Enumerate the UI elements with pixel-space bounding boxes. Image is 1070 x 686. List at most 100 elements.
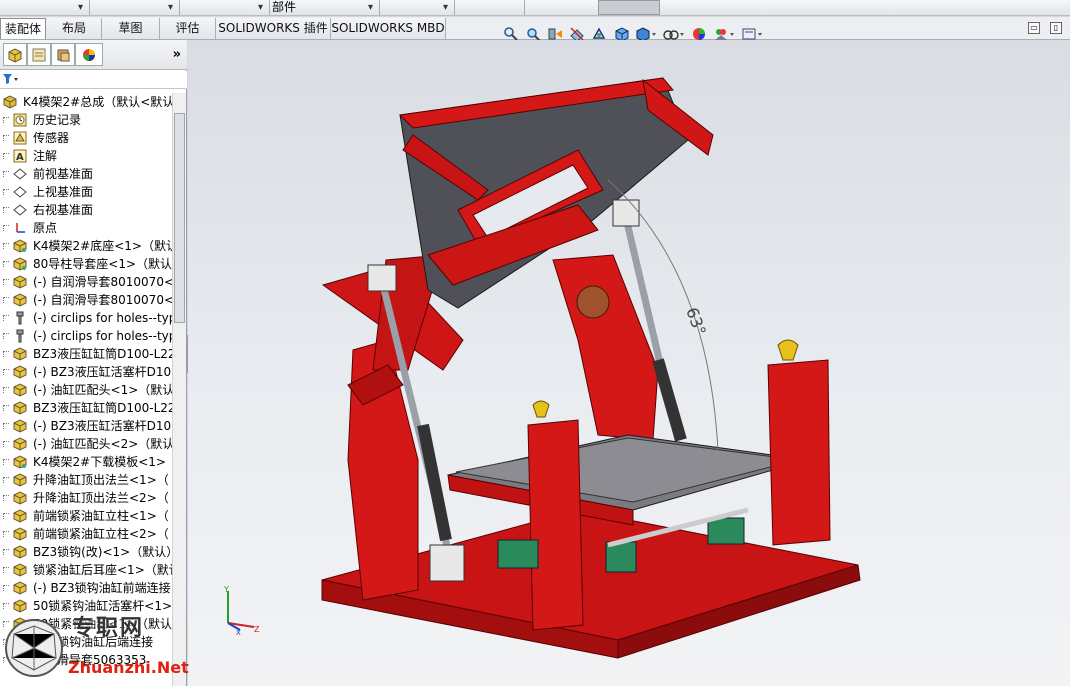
toolbar-dropdown-4[interactable]: ▾ bbox=[300, 0, 380, 15]
tree-item[interactable]: 前视基准面 bbox=[0, 165, 172, 183]
triad-z-label: Z bbox=[254, 625, 260, 634]
subassembly-icon bbox=[12, 238, 28, 254]
tree-item[interactable]: BZ3液压缸缸筒D100-L22 bbox=[0, 345, 172, 363]
tree-item-label: K4模架2#总成（默认<默认_显 bbox=[23, 95, 172, 109]
part-icon bbox=[12, 562, 28, 578]
featuremanager-panel: » K4模架2#总成（默认<默认_显历史记录传感器 A 注解前视基准面上视基准面右视… bbox=[0, 40, 187, 686]
tree-item[interactable]: K4模架2#底座<1>（默认 bbox=[0, 237, 172, 255]
part-icon bbox=[12, 580, 28, 596]
tree-filter[interactable] bbox=[0, 71, 187, 89]
tree-item[interactable]: (-) 油缸匹配头<2>（默认 bbox=[0, 435, 172, 453]
reference-triad: Y Z X bbox=[223, 585, 260, 635]
tree-item[interactable]: (-) circlips for holes--typ bbox=[0, 309, 172, 327]
tab-solidworks-addins[interactable]: SOLIDWORKS 插件 bbox=[216, 18, 331, 39]
tree-item-label: 上视基准面 bbox=[33, 185, 94, 199]
tree-item[interactable]: 历史记录 bbox=[0, 111, 172, 129]
command-manager-top: ▾ ▾ ▾ 部件 ▾ ▾ bbox=[0, 0, 1070, 16]
tree-item[interactable]: (-) BZ3锁钩油缸前端连接 bbox=[0, 579, 172, 597]
tree-item-label: (-) circlips for holes--typ bbox=[33, 311, 172, 325]
toolbar-dropdown-2[interactable]: ▾ bbox=[90, 0, 180, 15]
tree-item-label: 前端锁紧油缸立柱<1>（ bbox=[33, 509, 169, 523]
tree-connector bbox=[3, 279, 9, 285]
propertymanager-tab[interactable] bbox=[27, 43, 51, 66]
tree-item-label: (-) BZ3液压缸活塞杆D100 bbox=[33, 419, 172, 433]
green-motor-1 bbox=[497, 539, 539, 569]
front-left-post bbox=[527, 419, 584, 631]
part-icon bbox=[12, 544, 28, 560]
tree-item-label: BZ3锁钩(改)<1>（默认） bbox=[33, 545, 172, 559]
displaymanager-tab[interactable] bbox=[75, 43, 103, 66]
tree-item[interactable]: 前端锁紧油缸立柱<1>（ bbox=[0, 507, 172, 525]
tree-connector bbox=[3, 297, 9, 303]
tree-item[interactable]: 前端锁紧油缸立柱<2>（ bbox=[0, 525, 172, 543]
svg-text:A: A bbox=[16, 152, 24, 163]
tree-item[interactable]: (-) 自润滑导套8010070< bbox=[0, 273, 172, 291]
origin-icon bbox=[12, 220, 28, 236]
front-right-post bbox=[767, 359, 831, 546]
watermark-cn: 专职网 bbox=[72, 616, 145, 641]
tree-item[interactable]: BZ3液压缸缸筒D100-L22 bbox=[0, 399, 172, 417]
tree-item[interactable]: A 注解 bbox=[0, 147, 172, 165]
tree-item-label: BZ3液压缸缸筒D100-L22 bbox=[33, 347, 172, 361]
featuremanager-tab[interactable] bbox=[3, 43, 27, 66]
part-icon bbox=[12, 508, 28, 524]
tree-connector bbox=[3, 135, 9, 141]
tree-item[interactable]: 传感器 bbox=[0, 129, 172, 147]
toolbar-dropdown-1[interactable]: ▾ bbox=[0, 0, 90, 15]
tab-assembly[interactable]: 装配体 bbox=[0, 18, 46, 39]
tree-item[interactable]: BZ3锁钩(改)<1>（默认） bbox=[0, 543, 172, 561]
tree-item[interactable]: 右视基准面 bbox=[0, 201, 172, 219]
tree-item[interactable]: (-) 油缸匹配头<1>（默认） bbox=[0, 381, 172, 399]
tab-evaluate[interactable]: 评估 bbox=[160, 18, 216, 39]
part-icon bbox=[12, 382, 28, 398]
tree-item[interactable]: (-) BZ3液压缸活塞杆D100 bbox=[0, 417, 172, 435]
close-icon[interactable]: ▯ bbox=[1050, 22, 1062, 34]
part-icon bbox=[12, 436, 28, 452]
tree-item[interactable]: 80导柱导套座<1>（默认） bbox=[0, 255, 172, 273]
restore-icon[interactable]: ▭ bbox=[1028, 22, 1040, 34]
toolbar-dropdown-5[interactable]: ▾ bbox=[380, 0, 455, 15]
part-icon bbox=[12, 364, 28, 380]
tree-item[interactable]: (-) 自润滑导套8010070< bbox=[0, 291, 172, 309]
tab-layout[interactable]: 布局 bbox=[47, 18, 102, 39]
tree-item[interactable]: 上视基准面 bbox=[0, 183, 172, 201]
toolbar-dropdown-3[interactable]: ▾ bbox=[180, 0, 270, 15]
right-lock-hook bbox=[777, 339, 799, 361]
tree-item-label: 前端锁紧油缸立柱<2>（ bbox=[33, 527, 169, 541]
tree-item[interactable]: K4模架2#下载模板<1>（ bbox=[0, 453, 172, 471]
triad-y-label: Y bbox=[223, 585, 229, 594]
tree-item-label: 80导柱导套座<1>（默认） bbox=[33, 257, 172, 271]
part-icon bbox=[12, 490, 28, 506]
left-cylinder-barrel bbox=[417, 423, 452, 542]
tab-solidworks-mbd[interactable]: SOLIDWORKS MBD bbox=[331, 18, 446, 39]
left-cylinder-foot bbox=[429, 544, 465, 582]
toolbox-part-icon bbox=[12, 310, 28, 326]
toolbar-active-button[interactable] bbox=[598, 0, 660, 15]
filter-icon[interactable] bbox=[2, 73, 22, 87]
tree-connector bbox=[3, 333, 9, 339]
scroll-thumb[interactable] bbox=[174, 113, 185, 323]
tree-item[interactable]: (-) BZ3液压缸活塞杆D100 bbox=[0, 363, 172, 381]
left-cylinder-head bbox=[367, 264, 397, 292]
tree-item[interactable]: 升降油缸顶出法兰<1>（ bbox=[0, 471, 172, 489]
tree-connector bbox=[3, 405, 9, 411]
toolbar-dropdown-6[interactable] bbox=[455, 0, 525, 15]
tab-sketch[interactable]: 草图 bbox=[102, 18, 160, 39]
tree-connector bbox=[3, 351, 9, 357]
tree-item[interactable]: 升降油缸顶出法兰<2>（ bbox=[0, 489, 172, 507]
graphics-area[interactable]: 63° bbox=[188, 40, 1070, 686]
subassembly-icon bbox=[12, 256, 28, 272]
tree-item-label: K4模架2#底座<1>（默认 bbox=[33, 239, 172, 253]
plane-icon bbox=[12, 184, 28, 200]
tree-item[interactable]: 原点 bbox=[0, 219, 172, 237]
configurationmanager-tab[interactable] bbox=[51, 43, 75, 66]
triad-x-label: X bbox=[236, 629, 241, 635]
tree-root-assembly[interactable]: K4模架2#总成（默认<默认_显 bbox=[0, 93, 172, 111]
tree-item-label: (-) circlips for holes--typ bbox=[33, 329, 172, 343]
tree-scrollbar[interactable] bbox=[172, 93, 186, 686]
more-tabs-button[interactable]: » bbox=[173, 47, 181, 62]
plane-icon bbox=[12, 202, 28, 218]
tree-item[interactable]: (-) circlips for holes--typ bbox=[0, 327, 172, 345]
tree-item-label: (-) 油缸匹配头<1>（默认） bbox=[33, 383, 172, 397]
tree-item[interactable]: 锁紧油缸后耳座<1>（默认 bbox=[0, 561, 172, 579]
